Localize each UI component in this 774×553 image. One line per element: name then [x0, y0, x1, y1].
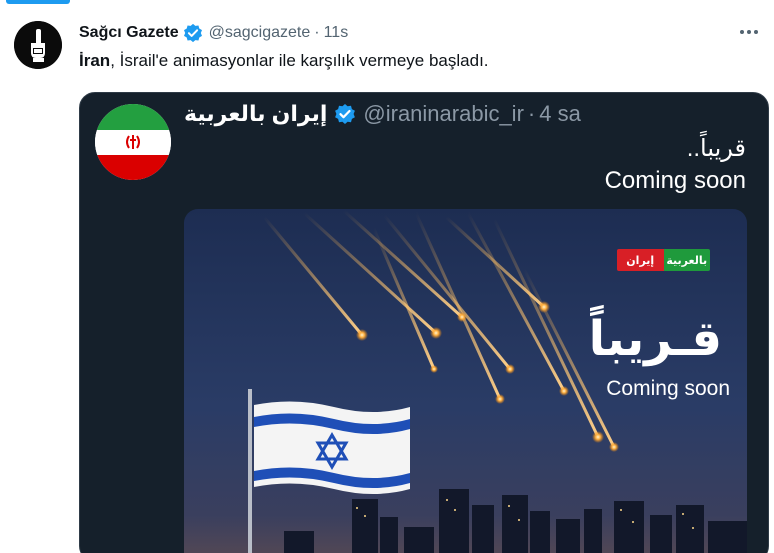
- separator-dot: ·: [527, 101, 536, 126]
- quoted-media-image[interactable]: إيران بالعربية قـريباً Coming soon: [184, 209, 747, 553]
- quoted-header: إيران بالعربية @iraninarabic_ir · 4 sa: [184, 98, 581, 130]
- logo-right-text: بالعربية: [663, 249, 710, 271]
- tweet-header: Sağcı Gazete @sagcigazete · 11s: [79, 21, 348, 45]
- quoted-tweet[interactable]: إيران بالعربية @iraninarabic_ir · 4 sa ق…: [79, 92, 769, 553]
- verified-badge-icon[interactable]: [183, 23, 203, 43]
- quoted-author-handle[interactable]: @iraninarabic_ir: [363, 101, 524, 127]
- quoted-text-line-1: قريباً..: [686, 135, 746, 162]
- author-name[interactable]: Sağcı Gazete: [79, 24, 179, 42]
- quoted-author-name[interactable]: إيران بالعربية: [184, 101, 327, 127]
- more-options-icon[interactable]: [736, 22, 762, 42]
- author-handle[interactable]: @sagcigazete: [209, 24, 311, 42]
- quoted-text: قريباً.. Coming soon: [605, 133, 746, 197]
- verified-badge-icon[interactable]: [334, 103, 356, 125]
- quoted-time[interactable]: 4 sa: [539, 101, 581, 127]
- media-arabic-title: قـريباً: [588, 311, 722, 367]
- logo-left-text: إيران: [617, 249, 664, 271]
- quoted-text-line-2: Coming soon: [604, 167, 746, 194]
- israel-flag-icon: [254, 401, 410, 494]
- author-avatar[interactable]: [14, 21, 62, 69]
- fist-logo-icon: [14, 21, 62, 69]
- media-coming-soon: Coming soon: [606, 377, 730, 400]
- quoted-avatar[interactable]: [95, 104, 171, 180]
- top-accent-bar: [6, 0, 70, 4]
- iran-flag-icon: [95, 104, 171, 180]
- tweet-text-rest: , İsrail'e animasyonlar ile karşılık ver…: [110, 51, 489, 70]
- iran-arabic-logo: إيران بالعربية: [617, 249, 710, 271]
- tweet-time[interactable]: 11s: [324, 24, 349, 42]
- tweet-text-bold[interactable]: İran: [79, 51, 110, 70]
- separator-dot: ·: [314, 24, 320, 41]
- tweet-text: İran, İsrail'e animasyonlar ile karşılık…: [79, 49, 489, 73]
